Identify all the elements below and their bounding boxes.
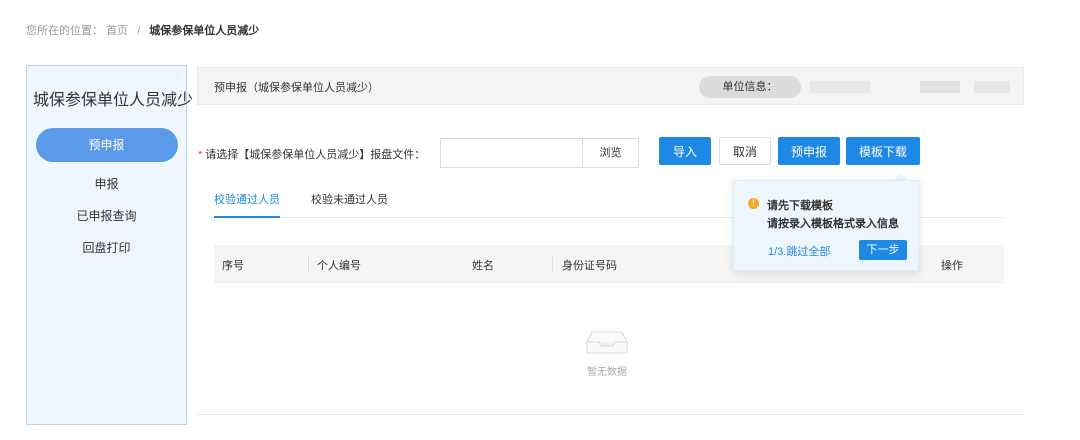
template-download-button[interactable]: 模板下载 xyxy=(846,137,920,165)
breadcrumb-current: 城保参保单位人员减少 xyxy=(149,25,260,37)
breadcrumb-prefix: 您所在的位置： xyxy=(26,25,103,37)
cancel-button[interactable]: 取消 xyxy=(719,137,771,165)
breadcrumb: 您所在的位置： 首页 / 城保参保单位人员减少 xyxy=(26,22,259,38)
sidebar-item-reported-query[interactable]: 已申报查询 xyxy=(27,206,186,226)
sidebar-item-prereport[interactable]: 预申报 xyxy=(35,128,178,162)
sidebar-title: 城保参保单位人员减少 xyxy=(33,92,194,109)
guide-line1: 请先下载模板 xyxy=(767,200,833,212)
file-select-label: * 请选择【城保参保单位人员减少】报盘文件： xyxy=(198,146,425,162)
table-bottom-border xyxy=(197,414,1024,415)
breadcrumb-home-link[interactable]: 首页 xyxy=(106,25,128,37)
column-header-name: 姓名 xyxy=(472,260,494,272)
guide-skip-all-link[interactable]: 1/3.跳过全部 xyxy=(768,243,830,259)
unit-info-label: 单位信息： xyxy=(699,76,801,98)
browse-button[interactable]: 浏览 xyxy=(582,138,639,168)
tab-validation-failed[interactable]: 校验未通过人员 xyxy=(311,191,388,218)
column-header-index: 序号 xyxy=(222,260,244,272)
sidebar: 城保参保单位人员减少 预申报 申报 已申报查询 回盘打印 xyxy=(26,65,194,425)
section-header: 预申报（城保参保单位人员减少） 单位信息： xyxy=(197,67,1024,105)
guide-popover: ! 请先下载模板 请按录入模板格式录入信息 1/3.跳过全部 下一步 xyxy=(733,180,919,271)
prereport-button[interactable]: 预申报 xyxy=(778,137,840,165)
empty-inbox-icon xyxy=(586,331,628,354)
popover-arrow xyxy=(894,173,908,180)
required-mark: * xyxy=(198,149,203,161)
import-button[interactable]: 导入 xyxy=(659,137,711,165)
column-header-action: 操作 xyxy=(941,260,963,272)
empty-state-text: 暂无数据 xyxy=(587,367,627,378)
column-header-person-id: 个人编号 xyxy=(317,260,361,272)
column-divider xyxy=(552,256,553,272)
guide-line2: 请按录入模板格式录入信息 xyxy=(767,218,899,230)
file-path-input[interactable] xyxy=(440,138,582,168)
column-header-id-number: 身份证号码 xyxy=(562,260,617,272)
guide-next-button[interactable]: 下一步 xyxy=(859,240,907,260)
section-title: 预申报（城保参保单位人员减少） xyxy=(214,82,379,94)
column-divider xyxy=(308,256,309,272)
breadcrumb-separator: / xyxy=(137,25,141,37)
sidebar-item-return-print[interactable]: 回盘打印 xyxy=(27,238,186,258)
warning-circle-icon: ! xyxy=(748,198,759,209)
sidebar-item-report[interactable]: 申报 xyxy=(27,174,186,194)
file-select-label-text: 请选择【城保参保单位人员减少】报盘文件： xyxy=(205,149,426,161)
unit-info-value-redacted xyxy=(810,81,1010,93)
tab-validation-passed[interactable]: 校验通过人员 xyxy=(214,191,280,218)
